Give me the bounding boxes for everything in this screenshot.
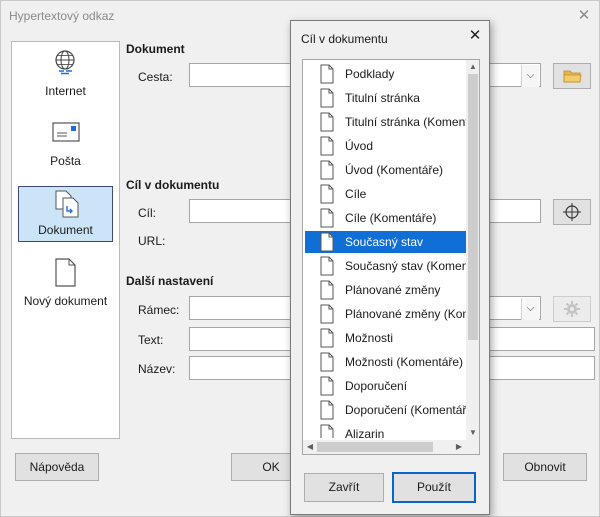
list-item-label: Úvod bbox=[345, 139, 374, 153]
list-item[interactable]: Cíle (Komentáře) bbox=[303, 206, 466, 230]
list-item[interactable]: Doporučení (Komentáře) bbox=[303, 398, 466, 422]
target-browse-button[interactable] bbox=[553, 199, 591, 225]
list-item-label: Současný stav bbox=[345, 235, 424, 249]
page-icon bbox=[320, 280, 334, 300]
close-button[interactable]: Zavřít bbox=[304, 473, 384, 502]
gear-icon bbox=[564, 301, 580, 317]
list-item-label: Možnosti bbox=[345, 331, 394, 345]
scroll-down-icon[interactable]: ▼ bbox=[466, 426, 479, 440]
page-icon bbox=[320, 424, 334, 438]
list-item-label: Úvod (Komentáře) bbox=[345, 163, 444, 177]
path-label: Cesta: bbox=[138, 70, 173, 84]
list-item-label: Titulní stránka bbox=[345, 91, 420, 105]
scroll-right-icon[interactable]: ▶ bbox=[452, 440, 466, 454]
page-icon bbox=[320, 232, 334, 252]
page-icon bbox=[320, 160, 334, 180]
new-document-icon bbox=[55, 258, 76, 287]
page-icon bbox=[320, 304, 334, 324]
page-icon bbox=[320, 256, 334, 276]
sidebar-item-internet[interactable]: Internet bbox=[18, 46, 113, 102]
scroll-left-icon[interactable]: ◀ bbox=[303, 440, 317, 454]
target-list: Podklady Titulní stránka Titulní stránka (… bbox=[303, 62, 466, 438]
list-item[interactable]: Titulní stránka (Komentáře) bbox=[303, 110, 466, 134]
sidebar-item-document[interactable]: Dokument bbox=[18, 186, 113, 242]
document-target-popup: Cíl v dokumentu ✕ Podklady Titulní stránk… bbox=[290, 20, 490, 515]
list-item[interactable]: Podklady bbox=[303, 62, 466, 86]
list-item[interactable]: Úvod bbox=[303, 134, 466, 158]
list-item[interactable]: Možnosti (Komentáře) bbox=[303, 350, 466, 374]
horizontal-scroll-thumb[interactable] bbox=[317, 442, 433, 452]
vertical-scroll-thumb[interactable] bbox=[468, 74, 478, 340]
list-item[interactable]: Plánované změny (Komentáře) bbox=[303, 302, 466, 326]
list-item-label: Doporučení (Komentáře) bbox=[345, 403, 466, 417]
page-icon bbox=[320, 208, 334, 228]
list-item[interactable]: Úvod (Komentáře) bbox=[303, 158, 466, 182]
document-link-icon bbox=[55, 190, 79, 218]
dialog-title: Hypertextový odkaz bbox=[9, 9, 115, 23]
list-item[interactable]: Doporučení bbox=[303, 374, 466, 398]
url-label: URL: bbox=[138, 234, 166, 248]
sidebar-item-new-document[interactable]: Nový dokument bbox=[18, 256, 113, 312]
text-label: Text: bbox=[138, 333, 164, 347]
page-icon bbox=[320, 136, 334, 156]
globe-icon bbox=[55, 50, 75, 75]
target-tree[interactable]: Podklady Titulní stránka Titulní stránka (… bbox=[302, 59, 480, 455]
sidebar-label-new-document: Nový dokument bbox=[23, 294, 108, 308]
open-file-button[interactable] bbox=[553, 63, 591, 89]
list-item-label: Plánované změny (Komentáře) bbox=[345, 307, 466, 321]
list-item[interactable]: Titulní stránka bbox=[303, 86, 466, 110]
chevron-down-icon[interactable]: ⌵ bbox=[521, 65, 539, 87]
list-item-label: Plánované změny bbox=[345, 283, 441, 297]
vertical-scrollbar[interactable]: ▲ ▼ bbox=[466, 60, 479, 440]
page-icon bbox=[320, 328, 334, 348]
chevron-down-icon[interactable]: ⌵ bbox=[521, 298, 539, 320]
list-item-label: Titulní stránka (Komentáře) bbox=[345, 115, 466, 129]
page-icon bbox=[320, 376, 334, 396]
target-section-heading: Cíl v dokumentu bbox=[126, 178, 220, 192]
list-item[interactable]: Cíle bbox=[303, 182, 466, 206]
list-item[interactable]: Plánované změny bbox=[303, 278, 466, 302]
sidebar-label-internet: Internet bbox=[45, 84, 86, 98]
folder-icon bbox=[563, 70, 582, 83]
apply-button[interactable]: Použít bbox=[392, 472, 476, 503]
list-item-label: Alizarin bbox=[345, 427, 385, 438]
list-item[interactable]: Současný stav (Komentáře) bbox=[303, 254, 466, 278]
other-settings-heading: Další nastavení bbox=[126, 274, 214, 288]
help-button[interactable]: Nápověda bbox=[15, 453, 99, 481]
horizontal-scrollbar[interactable]: ◀ ▶ bbox=[303, 440, 479, 454]
sidebar-label-document: Dokument bbox=[38, 223, 93, 237]
page-icon bbox=[320, 64, 334, 84]
page-icon bbox=[320, 112, 334, 132]
list-item-label: Možnosti (Komentáře) bbox=[345, 355, 464, 369]
dialog-close-icon[interactable]: ✕ bbox=[575, 7, 593, 25]
popup-close-icon[interactable]: ✕ bbox=[466, 27, 484, 45]
page-icon bbox=[320, 88, 334, 108]
list-item[interactable]: Alizarin bbox=[303, 422, 466, 438]
crosshair-icon bbox=[563, 203, 581, 221]
hyperlink-type-sidebar: Internet Pošta Dokument Nový dokument bbox=[11, 41, 120, 439]
list-item[interactable]: Současný stav bbox=[303, 230, 466, 254]
list-item[interactable]: Možnosti bbox=[303, 326, 466, 350]
list-item-label: Cíle (Komentáře) bbox=[345, 211, 437, 225]
target-label: Cíl: bbox=[138, 206, 156, 220]
document-section-heading: Dokument bbox=[126, 42, 185, 56]
frame-settings-button bbox=[553, 296, 591, 322]
name-label: Název: bbox=[138, 362, 176, 376]
list-item-label: Podklady bbox=[345, 67, 395, 81]
reset-button[interactable]: Obnovit bbox=[503, 453, 587, 481]
list-item-label: Doporučení bbox=[345, 379, 408, 393]
mail-icon bbox=[52, 122, 80, 142]
page-icon bbox=[320, 400, 334, 420]
list-item-label: Současný stav (Komentáře) bbox=[345, 259, 466, 273]
scroll-up-icon[interactable]: ▲ bbox=[466, 60, 479, 74]
page-icon bbox=[320, 184, 334, 204]
page-icon bbox=[320, 352, 334, 372]
list-item-label: Cíle bbox=[345, 187, 367, 201]
frame-label: Rámec: bbox=[138, 303, 180, 317]
sidebar-label-mail: Pošta bbox=[50, 154, 81, 168]
sidebar-item-mail[interactable]: Pošta bbox=[18, 116, 113, 172]
popup-title: Cíl v dokumentu bbox=[301, 32, 388, 46]
